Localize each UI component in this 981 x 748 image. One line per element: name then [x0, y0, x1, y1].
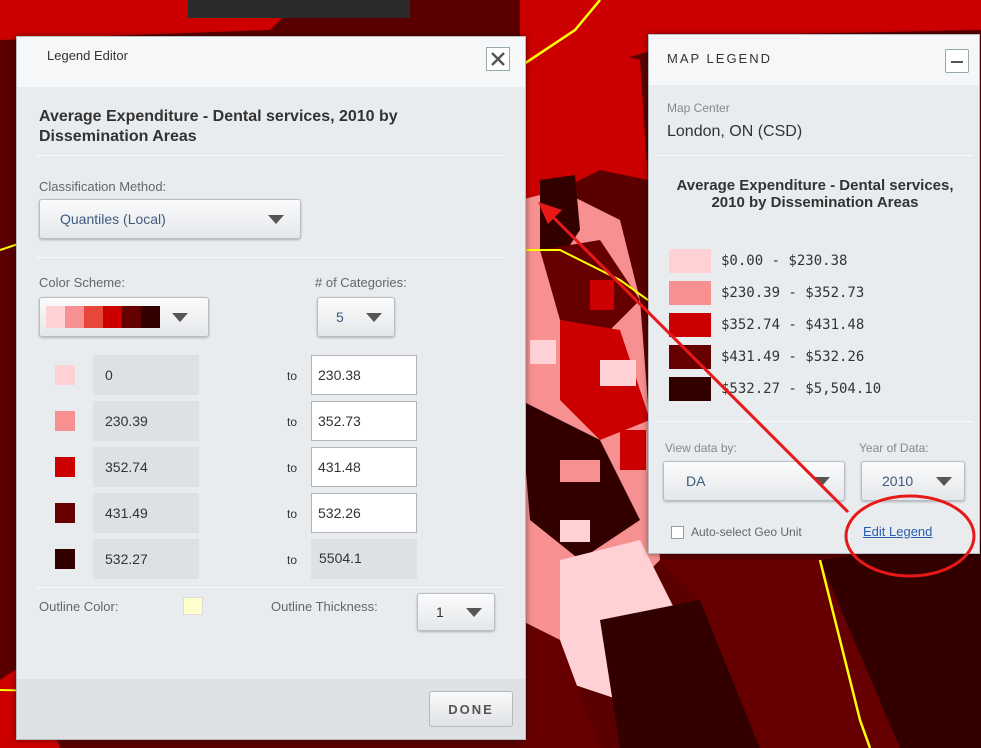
chevron-down-icon [466, 607, 482, 617]
legend-item: $532.27 - $5,504.10 [669, 377, 881, 401]
divider [37, 587, 505, 588]
year-of-data-dropdown[interactable]: 2010 [861, 461, 965, 501]
to-label: to [287, 369, 298, 383]
legend-item: $352.74 - $431.48 [669, 313, 864, 337]
close-button[interactable] [486, 47, 510, 71]
chevron-down-icon [936, 476, 952, 486]
legend-item-label: $352.74 - $431.48 [721, 317, 865, 333]
view-data-by-label: View data by: [665, 441, 737, 455]
color-scheme-label: Color Scheme: [39, 275, 125, 290]
class-to-input[interactable]: 532.26 [311, 493, 417, 533]
scheme-swatch [84, 306, 103, 328]
outline-thickness-dropdown[interactable]: 1 [417, 593, 495, 631]
categories-value: 5 [336, 309, 344, 325]
legend-item: $0.00 - $230.38 [669, 249, 847, 273]
map-legend-panel: MAP LEGEND Map Center London, ON (CSD) A… [648, 34, 980, 554]
class-from-value: 532.27 [93, 539, 199, 579]
scheme-swatch [122, 306, 141, 328]
class-swatch[interactable] [55, 503, 75, 523]
scheme-swatch [65, 306, 84, 328]
legend-item-label: $431.49 - $532.26 [721, 349, 865, 365]
outline-thickness-label: Outline Thickness: [271, 599, 378, 614]
scheme-swatch [46, 306, 65, 328]
to-label: to [287, 553, 298, 567]
chevron-down-icon [268, 214, 284, 224]
view-data-by-value: DA [686, 473, 706, 489]
class-from-value: 431.49 [93, 493, 199, 533]
editor-heading: Average Expenditure - Dental services, 2… [39, 108, 398, 145]
chevron-down-icon [814, 476, 830, 486]
class-swatch[interactable] [55, 365, 75, 385]
minimize-button[interactable] [945, 49, 969, 73]
minus-icon [951, 61, 963, 63]
outline-color-label: Outline Color: [39, 599, 119, 614]
outline-thickness-value: 1 [436, 604, 444, 620]
class-swatch[interactable] [55, 457, 75, 477]
classification-method-label: Classification Method: [39, 179, 167, 194]
legend-item-label: $532.27 - $5,504.10 [721, 381, 882, 397]
legend-editor-dialog: Legend Editor Average Expenditure - Dent… [16, 36, 526, 740]
divider [37, 257, 505, 258]
class-to-input[interactable]: 352.73 [311, 401, 417, 441]
divider [655, 155, 973, 156]
class-to-input[interactable]: 431.48 [311, 447, 417, 487]
classification-method-value: Quantiles (Local) [60, 211, 166, 227]
map-legend-header: MAP LEGEND [649, 35, 979, 85]
legend-item-label: $230.39 - $352.73 [721, 285, 865, 301]
map-legend-title: MAP LEGEND [667, 51, 773, 66]
auto-select-label: Auto-select Geo Unit [691, 525, 802, 539]
legend-editor-title: Legend Editor [47, 48, 128, 63]
scheme-swatch [103, 306, 122, 328]
view-data-by-dropdown[interactable]: DA [663, 461, 845, 501]
legend-swatch [669, 345, 711, 369]
legend-swatch [669, 313, 711, 337]
legend-swatch [669, 281, 711, 305]
legend-item-label: $0.00 - $230.38 [721, 253, 848, 269]
class-from-value: 230.39 [93, 401, 199, 441]
class-swatch[interactable] [55, 411, 75, 431]
map-center-value: London, ON (CSD) [667, 123, 803, 140]
divider [655, 421, 973, 422]
to-label: to [287, 415, 298, 429]
class-swatch[interactable] [55, 549, 75, 569]
chevron-down-icon [172, 312, 188, 322]
legend-item: $431.49 - $532.26 [669, 345, 864, 369]
class-from-value: 0 [93, 355, 199, 395]
class-to-value: 5504.1 [311, 539, 417, 579]
year-of-data-value: 2010 [882, 473, 914, 489]
done-button[interactable]: DONE [429, 691, 513, 727]
legend-heading: Average Expenditure - Dental services, 2… [676, 177, 954, 211]
chevron-down-icon [366, 312, 382, 322]
divider [37, 155, 505, 156]
classification-method-dropdown[interactable]: Quantiles (Local) [39, 199, 301, 239]
edit-legend-link[interactable]: Edit Legend [863, 524, 932, 539]
class-to-input[interactable]: 230.38 [311, 355, 417, 395]
legend-item: $230.39 - $352.73 [669, 281, 864, 305]
year-of-data-label: Year of Data: [859, 441, 929, 455]
categories-label: # of Categories: [315, 275, 407, 290]
to-label: to [287, 461, 298, 475]
color-scheme-dropdown[interactable] [39, 297, 209, 337]
categories-dropdown[interactable]: 5 [317, 297, 395, 337]
close-icon [491, 52, 505, 66]
to-label: to [287, 507, 298, 521]
legend-editor-header: Legend Editor [17, 37, 525, 87]
class-from-value: 352.74 [93, 447, 199, 487]
legend-swatch [669, 377, 711, 401]
auto-select-checkbox[interactable] [671, 526, 684, 539]
scheme-swatch [141, 306, 160, 328]
outline-color-swatch[interactable] [183, 597, 203, 615]
legend-swatch [669, 249, 711, 273]
top-toolbar-strip [188, 0, 410, 18]
map-center-label: Map Center [667, 101, 730, 115]
